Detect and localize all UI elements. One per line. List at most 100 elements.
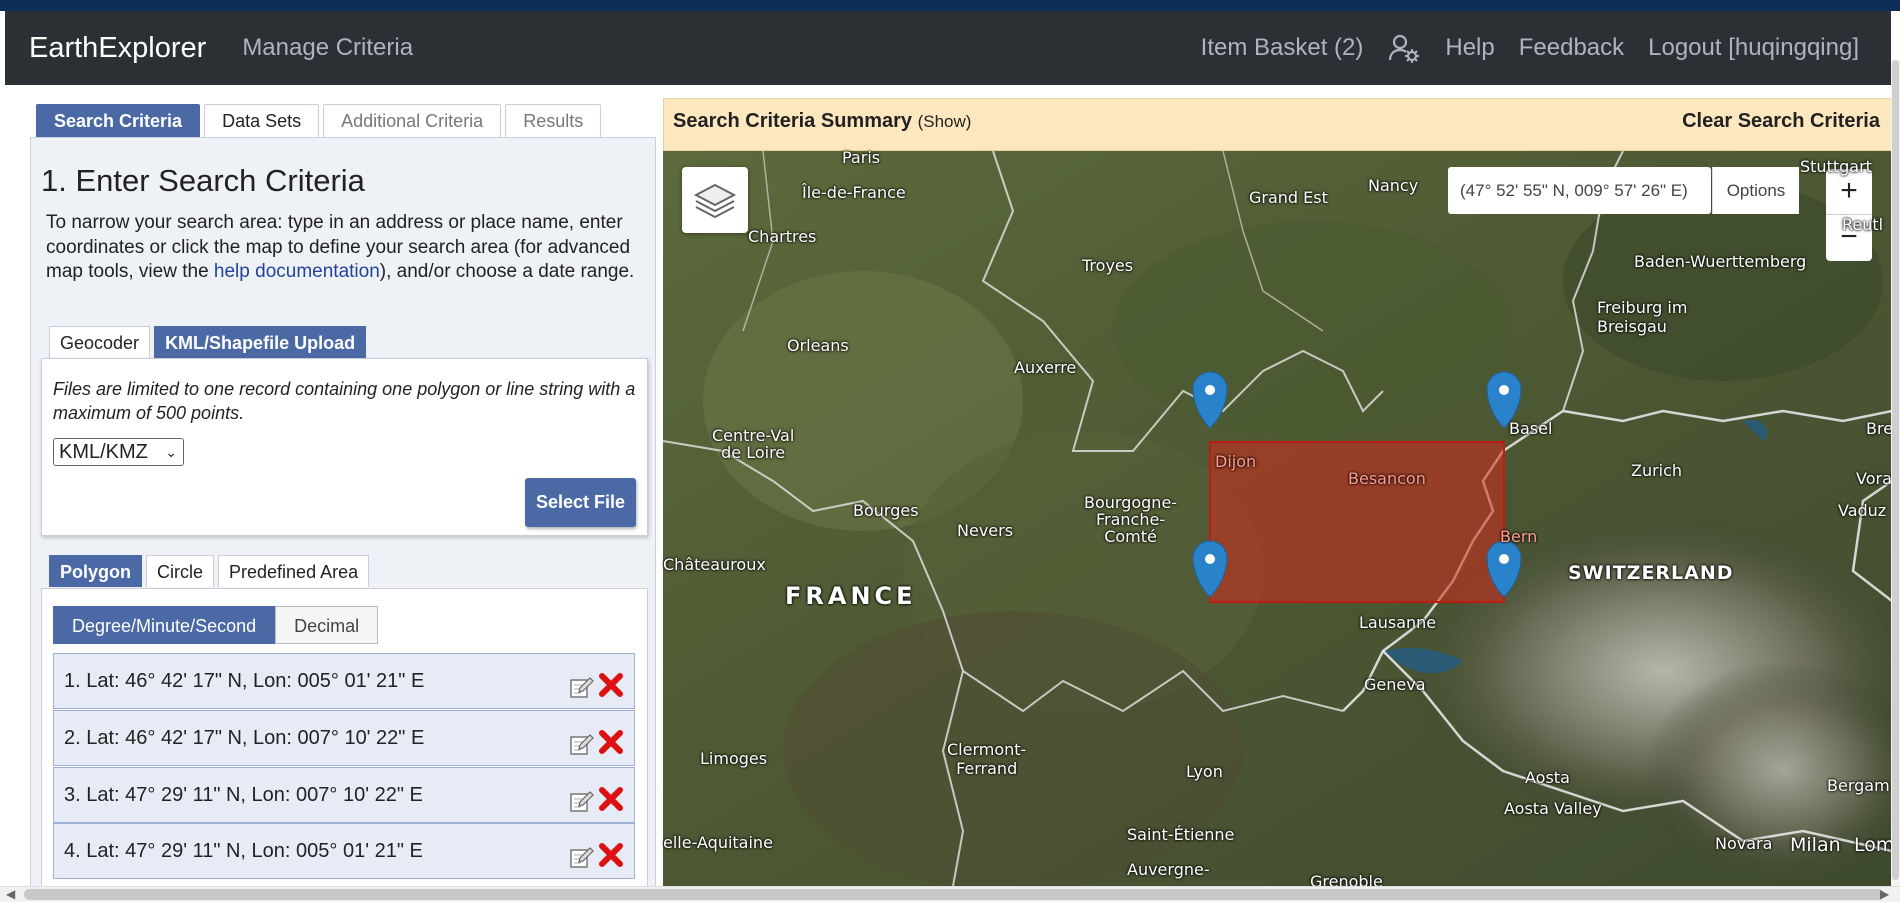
map-label: Freiburg im Breisgau — [1597, 298, 1688, 336]
user-gear-icon[interactable] — [1387, 31, 1421, 65]
map-label: Aosta Valley — [1504, 799, 1602, 818]
clear-search-criteria-link[interactable]: Clear Search Criteria — [1682, 110, 1880, 133]
coordinate-format-tabs: Degree/Minute/Second Decimal — [53, 606, 379, 644]
map-label: Besancon — [1348, 469, 1426, 488]
map-label: Lyon — [1186, 762, 1223, 781]
intro-text: To narrow your search area: type in an a… — [46, 211, 646, 285]
edit-icon[interactable] — [568, 837, 594, 868]
feedback-link[interactable]: Feedback — [1519, 34, 1624, 62]
map-label: Basel — [1509, 419, 1553, 438]
coordinate-text: 3. Lat: 47° 29' 11" N, Lon: 007° 10' 22"… — [64, 784, 423, 806]
map-label: Orleans — [787, 336, 849, 355]
item-basket-link[interactable]: Item Basket (2) — [1201, 34, 1364, 62]
map-label: Stuttgart — [1800, 157, 1872, 176]
map-label: Bourgogne- Franche- Comté — [1084, 493, 1178, 546]
file-format-select[interactable]: KML/KMZ ⌄ — [53, 438, 184, 466]
coordinate-text: 1. Lat: 46° 42' 17" N, Lon: 005° 01' 21"… — [64, 670, 425, 692]
location-subtabs: Geocoder KML/Shapefile Upload — [49, 326, 367, 358]
map-label: elle-Aquitaine — [663, 833, 773, 852]
tab-data-sets[interactable]: Data Sets — [204, 104, 320, 137]
cursor-coordinate-readout: (47° 52' 55" N, 009° 57' 26" E) — [1448, 167, 1711, 214]
tab-polygon[interactable]: Polygon — [49, 555, 142, 587]
tab-results[interactable]: Results — [505, 104, 602, 137]
vertical-scrollbar-thumb[interactable] — [1892, 60, 1899, 880]
map-label: Auxerre — [1014, 358, 1077, 377]
map-label: Milan — [1790, 834, 1841, 856]
map-label: Bern — [1500, 527, 1538, 546]
summary-title-text: Search Criteria Summary — [673, 110, 913, 132]
brand-logo[interactable]: EarthExplorer — [29, 32, 206, 65]
map-label: Châteauroux — [663, 555, 766, 574]
coordinate-text: 4. Lat: 47° 29' 11" N, Lon: 005° 01' 21"… — [64, 840, 423, 862]
coordinate-row: 2. Lat: 46° 42' 17" N, Lon: 007° 10' 22"… — [53, 710, 635, 766]
layers-icon — [693, 183, 737, 219]
tab-dms[interactable]: Degree/Minute/Second — [53, 606, 276, 644]
tab-search-criteria[interactable]: Search Criteria — [36, 104, 201, 137]
main-tabs: Search Criteria Data Sets Additional Cri… — [36, 104, 602, 137]
shape-tabs: Polygon Circle Predefined Area — [49, 555, 370, 587]
delete-icon[interactable] — [598, 836, 624, 867]
summary-show-link[interactable]: (Show) — [918, 112, 972, 131]
map-label: Centre-Val de Loire — [712, 426, 795, 462]
coordinate-row: 1. Lat: 46° 42' 17" N, Lon: 005° 01' 21"… — [53, 653, 635, 709]
manage-criteria-link[interactable]: Manage Criteria — [242, 34, 413, 62]
layers-button[interactable] — [682, 167, 748, 233]
horizontal-scrollbar-thumb[interactable] — [24, 889, 1884, 900]
map-label: Nevers — [957, 521, 1014, 540]
map-label: Aosta — [1525, 768, 1570, 787]
map-label: Bourges — [853, 501, 919, 520]
map-label: Novara — [1715, 834, 1773, 853]
help-documentation-link[interactable]: help documentation — [214, 261, 380, 282]
map-label: Nancy — [1368, 176, 1419, 195]
tab-decimal[interactable]: Decimal — [275, 606, 379, 644]
map-label: Geneva — [1364, 675, 1426, 694]
map-label: Paris — [842, 148, 881, 167]
map-label: Auvergne- — [1127, 860, 1210, 879]
delete-icon[interactable] — [598, 780, 624, 811]
edit-icon[interactable] — [568, 667, 594, 698]
map-label: Reutl — [1842, 215, 1884, 234]
intro-after: ), and/or choose a date range. — [379, 261, 635, 282]
scroll-left-arrow-icon[interactable]: ◀ — [6, 886, 15, 902]
edit-icon[interactable] — [568, 724, 594, 755]
edit-icon[interactable] — [568, 781, 594, 812]
navbar: EarthExplorer Manage Criteria Item Baske… — [5, 11, 1891, 85]
upload-note: Files are limited to one record containi… — [53, 379, 636, 423]
map-label: Dijon — [1215, 452, 1257, 471]
map-label: Limoges — [700, 749, 768, 768]
map-label: Vaduz — [1838, 501, 1887, 520]
coordinate-row: 3. Lat: 47° 29' 11" N, Lon: 007° 10' 22"… — [53, 767, 635, 823]
delete-icon[interactable] — [598, 666, 624, 697]
section-title: 1. Enter Search Criteria — [41, 163, 365, 198]
chevron-down-icon: ⌄ — [165, 444, 177, 460]
map-label: Bergam — [1827, 776, 1890, 795]
top-accent-strip — [0, 0, 1900, 11]
coordinate-row: 4. Lat: 47° 29' 11" N, Lon: 005° 01' 21"… — [53, 823, 635, 879]
coordinate-text: 2. Lat: 46° 42' 17" N, Lon: 007° 10' 22"… — [64, 727, 425, 749]
map-label: SWITZERLAND — [1568, 562, 1734, 584]
tab-geocoder[interactable]: Geocoder — [49, 326, 151, 358]
scroll-right-arrow-icon[interactable]: ▶ — [1880, 886, 1889, 902]
map-label: Troyes — [1082, 256, 1134, 275]
tab-circle[interactable]: Circle — [146, 555, 215, 587]
map-label: Saint-Étienne — [1127, 825, 1235, 844]
navbar-right: Item Basket (2) Help Feedback Logout [hu… — [1177, 31, 1859, 65]
map-label: Île-de-France — [802, 183, 906, 202]
select-file-button[interactable]: Select File — [525, 478, 636, 527]
file-format-value: KML/KMZ — [59, 441, 148, 463]
tab-predefined-area[interactable]: Predefined Area — [218, 555, 370, 587]
delete-icon[interactable] — [598, 723, 624, 754]
options-button[interactable]: Options — [1712, 167, 1799, 214]
map-label: Zurich — [1631, 461, 1683, 480]
map-label: Grand Est — [1249, 188, 1328, 207]
summary-title: Search Criteria Summary (Show) — [673, 110, 971, 133]
map-label: Clermont- Ferrand — [947, 740, 1027, 778]
map-label: Lausanne — [1359, 613, 1437, 632]
map-label: Chartres — [748, 227, 817, 246]
logout-link[interactable]: Logout [huqingqing] — [1648, 34, 1859, 62]
tab-additional-criteria[interactable]: Additional Criteria — [323, 104, 502, 137]
tab-kml-upload[interactable]: KML/Shapefile Upload — [154, 326, 367, 358]
help-link[interactable]: Help — [1445, 34, 1494, 62]
map-label: Lom — [1854, 834, 1895, 856]
map-label: Baden-Wuerttemberg — [1634, 252, 1807, 271]
